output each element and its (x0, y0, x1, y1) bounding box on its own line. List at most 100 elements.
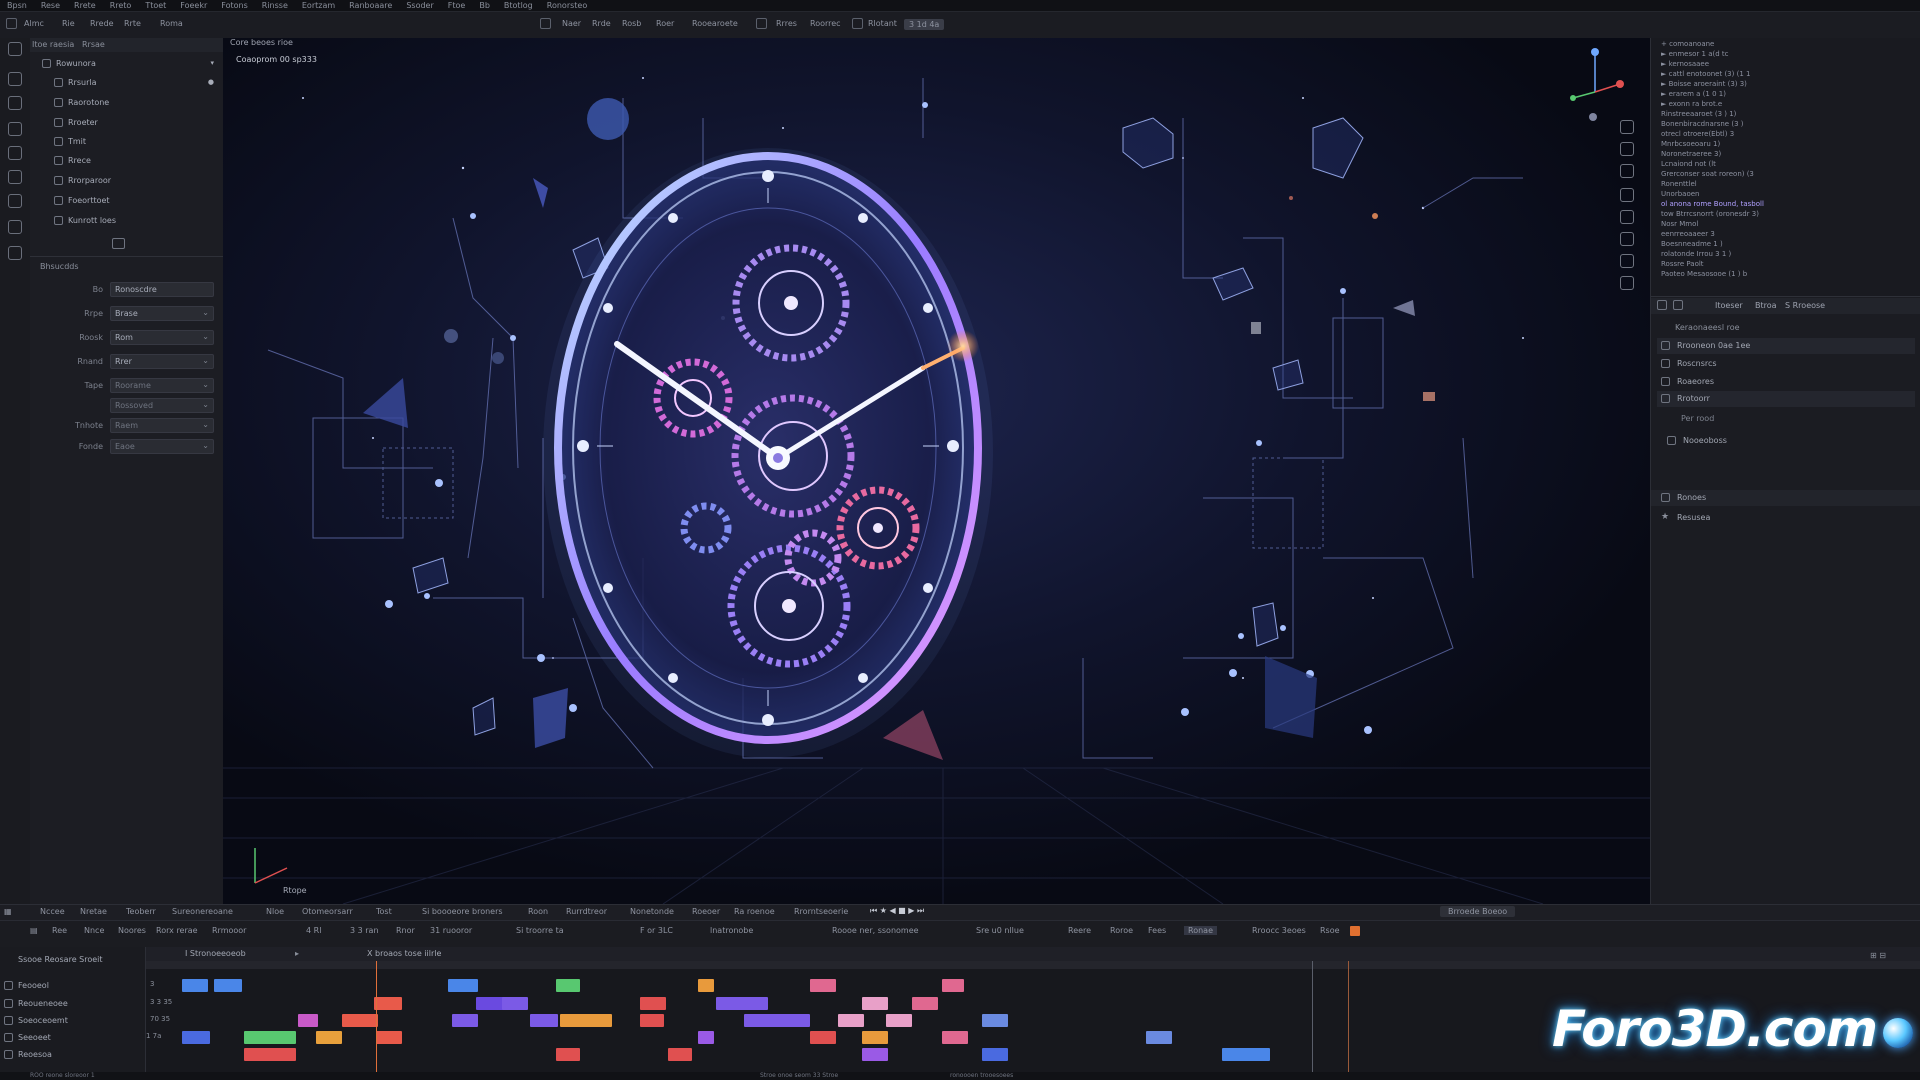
mode-icon[interactable] (540, 18, 551, 29)
layers-icon[interactable] (1620, 276, 1634, 290)
keyframe-clip[interactable] (374, 997, 402, 1010)
playhead[interactable] (376, 961, 377, 1072)
timeline-tool[interactable]: lnatronobe (710, 926, 753, 935)
render-status-badge[interactable]: Brroede Boeoo (1440, 906, 1516, 917)
tree-line[interactable]: eenrreoaaeer 3 (1661, 230, 1715, 238)
tree-line[interactable]: ► Boisse aroeraint (3) 3) (1661, 80, 1747, 88)
menu-item[interactable]: Btotlog (497, 1, 540, 10)
timeline-tool[interactable]: Rorx rerae (156, 926, 198, 935)
object-data-icon[interactable] (1673, 300, 1683, 310)
keyframe-clip[interactable] (862, 1031, 888, 1044)
keyframe-clip[interactable] (1146, 1031, 1172, 1044)
property-item[interactable]: Roaeores (1657, 374, 1915, 390)
tree-line[interactable]: ► enmesor 1 a(d tc (1661, 50, 1728, 58)
keyframe-clip[interactable] (640, 997, 666, 1010)
keyframe-clip[interactable] (668, 1048, 692, 1061)
toolbar-item[interactable]: Rosb (622, 19, 641, 28)
tree-line[interactable]: Grerconser soat roreon) (3 (1661, 170, 1754, 178)
timeline-tool[interactable]: Noores (118, 926, 146, 935)
perspective-icon[interactable] (1620, 188, 1634, 202)
properties-icon[interactable] (1657, 300, 1667, 310)
tree-item[interactable]: Kunrott loes (38, 213, 218, 229)
timeline-menu-item[interactable]: Nonetonde (630, 907, 674, 916)
pan-icon[interactable] (1620, 142, 1634, 156)
timeline-menu-item[interactable]: Otomeorsarr (302, 907, 353, 916)
tree-item[interactable]: Rrsurla ● (38, 75, 218, 91)
property-item[interactable]: Roscnsrcs (1657, 356, 1915, 372)
menu-item[interactable]: Fotons (214, 1, 254, 10)
property-item[interactable]: Nooeoboss (1657, 433, 1915, 449)
zoom-icon[interactable] (1620, 120, 1634, 134)
snap-icon[interactable] (852, 18, 863, 29)
keyframe-clip[interactable] (452, 1014, 478, 1027)
toolbar-menu-item[interactable]: Roma (160, 19, 183, 28)
timeline-tool[interactable]: Ronae (1184, 926, 1217, 935)
tree-item[interactable]: Raorotone (38, 95, 218, 111)
timeline-menu-item[interactable]: Ra roenoe (734, 907, 775, 916)
cursor-tool-icon[interactable] (8, 72, 22, 86)
keyframe-clip[interactable] (342, 1014, 378, 1027)
timeline-menu-item[interactable]: Rurrdtreor (566, 907, 607, 916)
timeline-menu-item[interactable]: Roon (528, 907, 548, 916)
tree-item[interactable]: Rrece (38, 153, 218, 169)
keyframe-clip[interactable] (556, 979, 580, 992)
timeline-tool[interactable]: Roooe ner, ssonomee (832, 926, 919, 935)
chevron-down-icon[interactable]: ▾ (210, 59, 214, 67)
range-marker[interactable] (1348, 961, 1349, 1072)
timeline-menu-item[interactable]: Tost (376, 907, 392, 916)
timeline-menu-item[interactable]: Si boooeore broners (422, 907, 503, 916)
menu-item[interactable]: Ranboaare (342, 1, 399, 10)
property-dropdown[interactable]: Brase ⌄ (110, 306, 214, 321)
tree-line[interactable]: Mnrbcsoeoaru 1) (1661, 140, 1720, 148)
keyframe-clip[interactable] (810, 1031, 836, 1044)
tree-item[interactable]: Rowunora ▾ (38, 56, 218, 72)
workspace-label[interactable]: Almc (24, 19, 44, 28)
transform-tool-icon[interactable] (8, 170, 22, 184)
track-row[interactable]: Soeoceoemt (4, 1013, 144, 1030)
frame-field[interactable]: 3 1d 4a (904, 19, 945, 30)
keyframe-clip[interactable] (182, 1031, 210, 1044)
toolbar-menu-item[interactable]: Rrte (124, 19, 141, 28)
timeline-menu-item[interactable]: Nloe (266, 907, 284, 916)
timeline-tool[interactable]: Rroocc 3eoes (1252, 926, 1306, 935)
keyframe-clip[interactable] (838, 1014, 864, 1027)
properties-tab[interactable]: Itoeser (1715, 301, 1743, 310)
tree-line[interactable]: Unorbaoen (1661, 190, 1699, 198)
keyframe-clip[interactable] (886, 1014, 912, 1027)
rotate-tool-icon[interactable] (8, 122, 22, 136)
keyframe-clip[interactable] (530, 1014, 558, 1027)
keyframe-clip[interactable] (862, 997, 888, 1010)
tree-line[interactable]: rolatonde Irrou 3 1 ) (1661, 250, 1731, 258)
overlay-icon[interactable] (1620, 254, 1634, 268)
timeline-view-icon[interactable]: ▤ (30, 926, 38, 935)
timeline-menu-item[interactable]: Teoberr (126, 907, 156, 916)
3d-viewport[interactable]: Rtope (223, 38, 1650, 904)
menu-item[interactable]: Bpsn (0, 1, 34, 10)
keyframe-clip[interactable] (698, 979, 714, 992)
keyframe-clip[interactable] (912, 997, 938, 1010)
timeline-tool[interactable]: Si troorre ta (516, 926, 564, 935)
toolbar-item[interactable]: Rrres (776, 19, 797, 28)
menu-item[interactable]: Foeekr (173, 1, 214, 10)
keyframe-clip[interactable] (698, 1031, 714, 1044)
keyframe-clip[interactable] (716, 997, 768, 1010)
timeline-menu-item[interactable]: Rrorntseoerie (794, 907, 848, 916)
tree-line[interactable]: Paoteo Mesaosooe (1 ) b (1661, 270, 1747, 278)
track-filter-label[interactable]: Ssooe Reosare Sroeit (18, 955, 103, 964)
keyframe-clip[interactable] (316, 1031, 342, 1044)
move-tool-icon[interactable] (8, 96, 22, 110)
track-row[interactable]: Reoesoa (4, 1047, 144, 1064)
frame-ruler[interactable] (145, 961, 1920, 969)
toolbar-item[interactable]: Rlotant (868, 19, 897, 28)
measure-tool-icon[interactable] (8, 220, 22, 234)
menu-item[interactable]: Rreto (103, 1, 139, 10)
keyframe-clip[interactable] (214, 979, 242, 992)
tree-item[interactable]: Tmit (38, 134, 218, 150)
keyframe-clip[interactable] (556, 1048, 580, 1061)
keyframe-clip[interactable] (448, 979, 478, 992)
keyframe-clip[interactable] (982, 1014, 1008, 1027)
select-tool-icon[interactable] (8, 42, 22, 56)
tree-line[interactable]: Rossre Paolt (1661, 260, 1704, 268)
property-dropdown[interactable]: Rossoved ⌄ (110, 398, 214, 413)
keyframe-clip[interactable] (982, 1048, 1008, 1061)
